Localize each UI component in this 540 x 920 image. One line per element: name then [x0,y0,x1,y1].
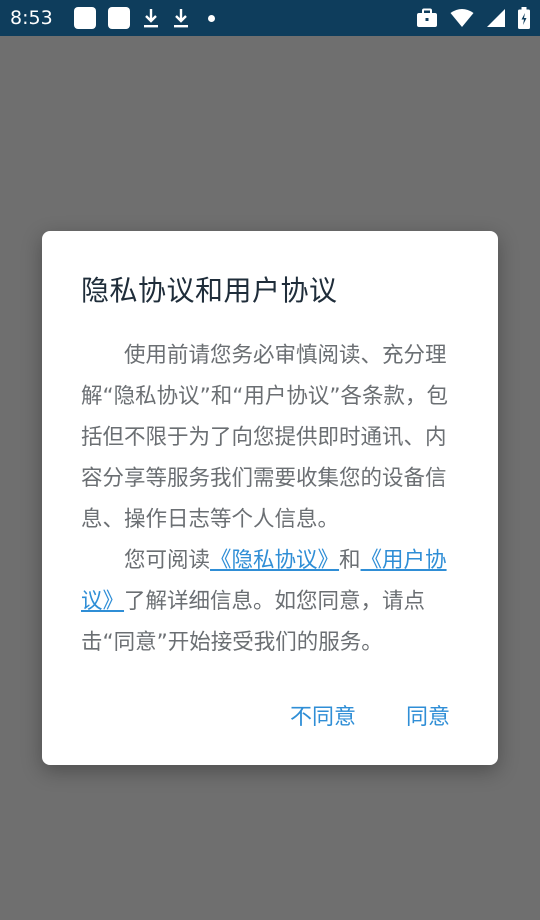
dialog-actions: 不同意 同意 [290,699,450,731]
download-icon [174,9,188,28]
notification-icons [74,7,215,29]
app-icon [108,7,130,29]
app-icon [74,7,96,29]
dialog-body: 使用前请您务必审慎阅读、充分理解“隐私协议”和“用户协议”各条款，包括但不限于为… [81,335,454,663]
status-bar: 8:53 [0,0,540,36]
para2-prefix: 您可阅读 [124,548,211,573]
and-text: 和 [339,548,361,573]
status-time: 8:53 [10,7,53,29]
privacy-policy-link[interactable]: 《隐私协议》 [210,548,339,573]
wifi-icon [450,9,474,27]
disagree-button[interactable]: 不同意 [290,699,356,731]
dialog-paragraph-1: 使用前请您务必审慎阅读、充分理解“隐私协议”和“用户协议”各条款，包括但不限于为… [81,343,449,532]
privacy-dialog: 隐私协议和用户协议 使用前请您务必审慎阅读、充分理解“隐私协议”和“用户协议”各… [42,231,498,765]
dialog-title: 隐私协议和用户协议 [81,274,338,307]
notification-dot-icon [208,14,215,22]
agree-button[interactable]: 同意 [406,699,450,731]
system-icons [416,7,530,29]
signal-icon [487,9,505,27]
battery-charging-icon [518,7,530,29]
dialog-paragraph-2: 您可阅读《隐私协议》和《用户协议》了解详细信息。如您同意，请点击“同意”开始接受… [81,540,454,663]
para2-suffix: 了解详细信息。如您同意，请点击“同意”开始接受我们的服务。 [81,589,426,655]
download-icon [144,9,158,28]
briefcase-icon [417,8,437,27]
